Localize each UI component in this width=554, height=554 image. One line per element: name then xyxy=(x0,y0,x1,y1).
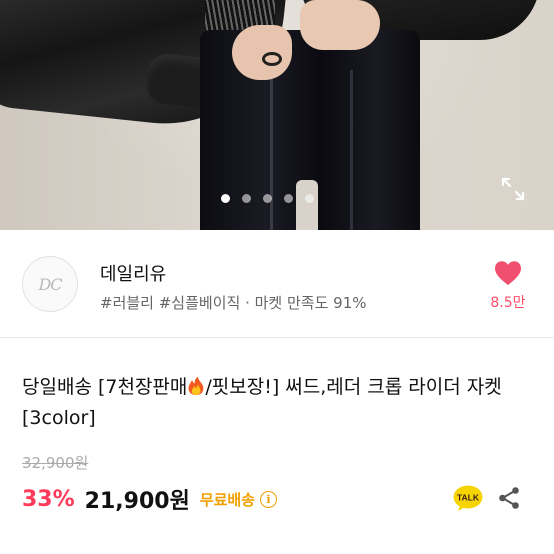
photo-hand xyxy=(300,0,380,50)
seller-name[interactable]: 데일리유 xyxy=(100,260,166,286)
carousel-indicator xyxy=(221,194,314,203)
sale-price: 21,900원 xyxy=(84,489,190,514)
carousel-dot[interactable] xyxy=(284,194,293,203)
seller-logo[interactable]: DC xyxy=(22,256,78,312)
carousel-dot[interactable] xyxy=(263,194,272,203)
carousel-dot[interactable] xyxy=(242,194,251,203)
original-price: 32,900원 xyxy=(22,454,89,472)
photo-pants-crease xyxy=(270,70,273,230)
photo-pants-crease xyxy=(350,70,353,230)
discount-rate: 33% xyxy=(22,486,75,512)
photo-pants-gap xyxy=(296,180,318,230)
product-title: 당일배송 [7천장판매 /핏보장!] 써드,레더 크롭 라이더 자켓 [3col… xyxy=(22,372,542,434)
free-shipping-label: 무료배송 xyxy=(199,490,256,509)
seller-info[interactable]: DC 데일리유 #러블리 #심플베이직 · 마켓 만족도 91% 8.5만 xyxy=(0,230,554,338)
share-icon[interactable] xyxy=(497,486,521,510)
photo-ring xyxy=(262,52,282,66)
info-icon[interactable]: i xyxy=(260,490,278,508)
product-image[interactable] xyxy=(0,0,554,230)
product-title-part1: 당일배송 [7천장판매 xyxy=(22,376,188,398)
fire-emoji-icon xyxy=(188,376,204,395)
carousel-dot[interactable] xyxy=(305,194,314,203)
expand-icon[interactable] xyxy=(500,176,526,202)
photo-hand xyxy=(232,25,292,80)
seller-tags: #러블리 #심플베이직 · 마켓 만족도 91% xyxy=(100,294,367,312)
kakao-talk-label: TALK xyxy=(457,493,480,503)
price-row: 33% 21,900원 무료배송 i xyxy=(22,482,278,516)
carousel-dot[interactable] xyxy=(221,194,230,203)
kakao-talk-icon[interactable]: TALK xyxy=(453,485,483,512)
heart-icon[interactable] xyxy=(494,260,522,286)
like-count: 8.5만 xyxy=(490,295,526,311)
